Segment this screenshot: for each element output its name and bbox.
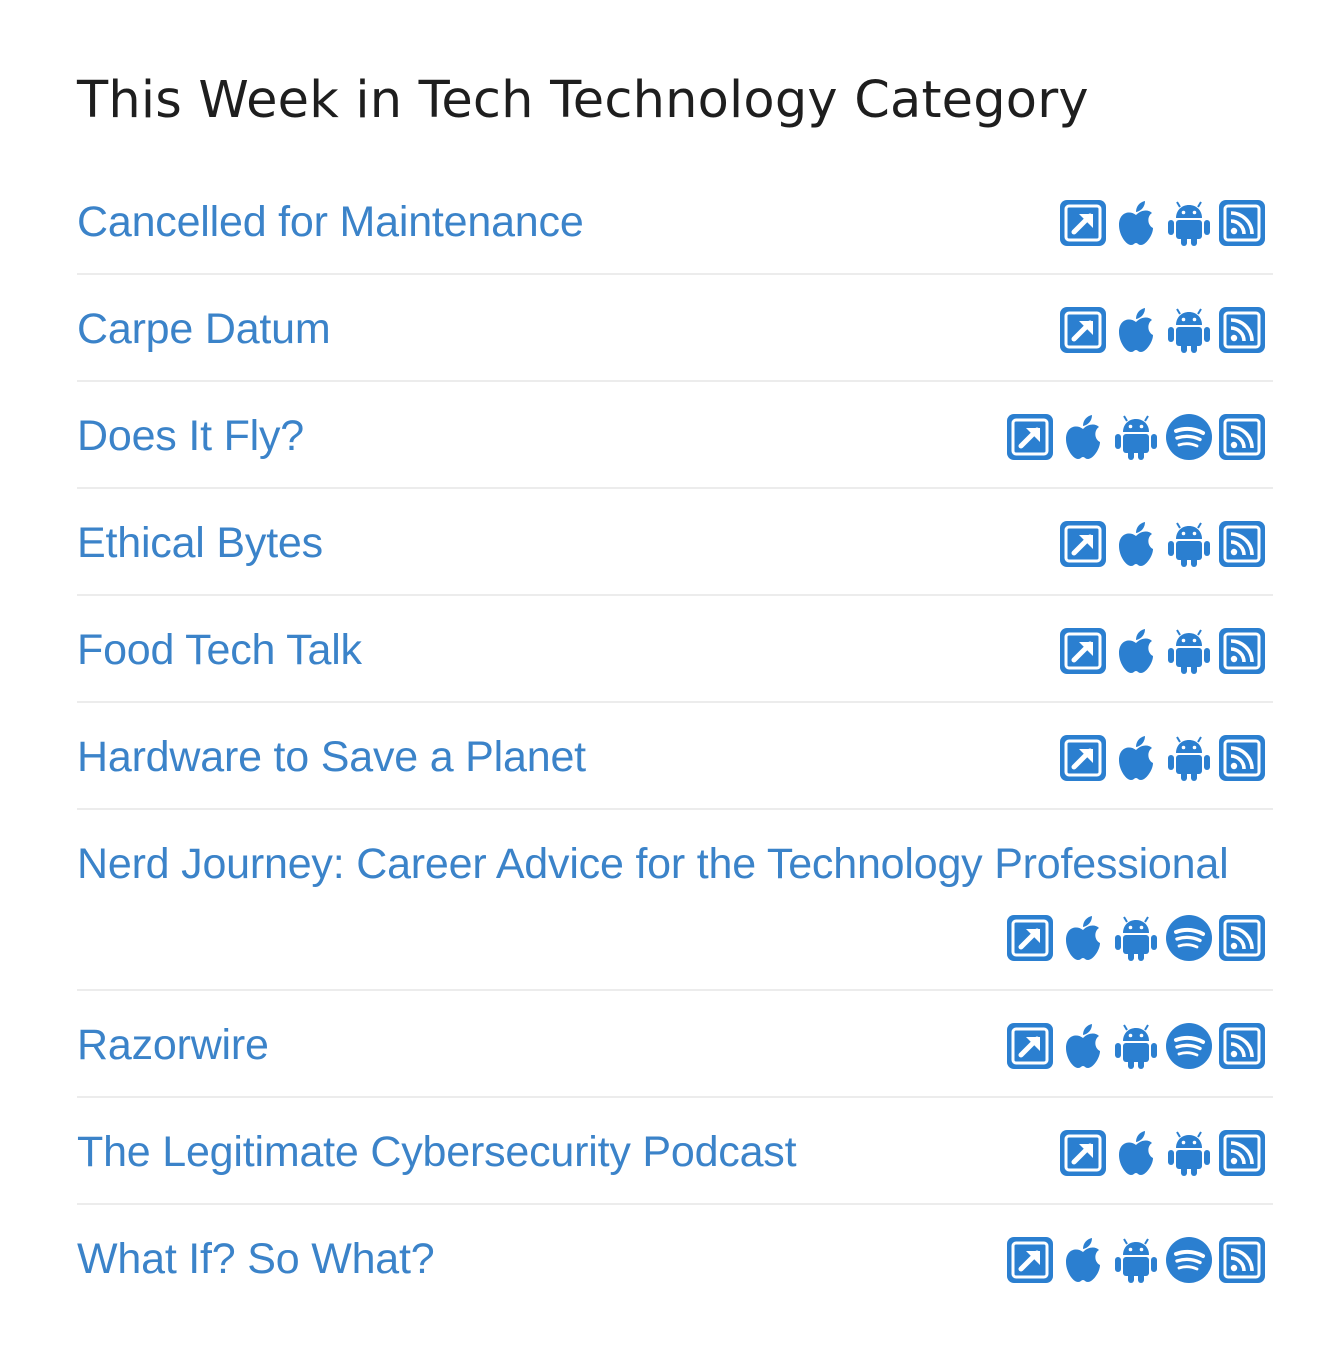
external-link-icon[interactable]: [1060, 521, 1106, 567]
apple-podcasts-icon[interactable]: [1060, 1237, 1106, 1283]
android-icon[interactable]: [1166, 735, 1212, 781]
android-icon[interactable]: [1113, 1023, 1159, 1069]
podcast-link-icons: [1007, 1237, 1265, 1283]
spotify-icon[interactable]: [1166, 414, 1212, 460]
podcast-link-icons: [1060, 307, 1265, 353]
podcast-link-icons: [1060, 521, 1265, 567]
apple-podcasts-icon[interactable]: [1113, 200, 1159, 246]
podcast-title-link[interactable]: Carpe Datum: [77, 302, 331, 356]
external-link-icon[interactable]: [1007, 1237, 1053, 1283]
apple-podcasts-icon[interactable]: [1060, 1023, 1106, 1069]
podcast-link-icons: [1060, 200, 1265, 246]
podcast-link-icons: [1060, 735, 1265, 781]
page-title: This Week in Tech Technology Category: [77, 71, 1089, 130]
external-link-icon[interactable]: [1060, 307, 1106, 353]
podcast-title-link[interactable]: The Legitimate Cybersecurity Podcast: [77, 1125, 797, 1179]
rss-feed-icon[interactable]: [1219, 414, 1265, 460]
rss-feed-icon[interactable]: [1219, 628, 1265, 674]
podcast-title-link[interactable]: Razorwire: [77, 1018, 269, 1072]
podcast-row: The Legitimate Cybersecurity Podcast: [77, 1098, 1273, 1205]
apple-podcasts-icon[interactable]: [1113, 521, 1159, 567]
android-icon[interactable]: [1166, 521, 1212, 567]
external-link-icon[interactable]: [1060, 1130, 1106, 1176]
podcast-link-icons: [1007, 915, 1265, 961]
podcast-row: Cancelled for Maintenance: [77, 168, 1273, 275]
android-icon[interactable]: [1166, 1130, 1212, 1176]
android-icon[interactable]: [1166, 307, 1212, 353]
android-icon[interactable]: [1166, 200, 1212, 246]
podcast-row: Hardware to Save a Planet: [77, 703, 1273, 810]
spotify-icon[interactable]: [1166, 915, 1212, 961]
external-link-icon[interactable]: [1007, 414, 1053, 460]
external-link-icon[interactable]: [1060, 735, 1106, 781]
podcast-row: Razorwire: [77, 991, 1273, 1098]
podcast-link-icons: [1060, 1130, 1265, 1176]
podcast-title-link[interactable]: Hardware to Save a Planet: [77, 730, 586, 784]
rss-feed-icon[interactable]: [1219, 521, 1265, 567]
apple-podcasts-icon[interactable]: [1113, 628, 1159, 674]
podcast-title-link[interactable]: Nerd Journey: Career Advice for the Tech…: [77, 837, 1229, 891]
podcast-title-link[interactable]: Does It Fly?: [77, 409, 304, 463]
podcast-row: Food Tech Talk: [77, 596, 1273, 703]
external-link-icon[interactable]: [1060, 200, 1106, 246]
podcast-link-icons: [1060, 628, 1265, 674]
rss-feed-icon[interactable]: [1219, 1023, 1265, 1069]
external-link-icon[interactable]: [1060, 628, 1106, 674]
podcast-title-link[interactable]: Cancelled for Maintenance: [77, 195, 584, 249]
android-icon[interactable]: [1113, 915, 1159, 961]
android-icon[interactable]: [1113, 414, 1159, 460]
rss-feed-icon[interactable]: [1219, 1237, 1265, 1283]
apple-podcasts-icon[interactable]: [1060, 414, 1106, 460]
podcast-row: Carpe Datum: [77, 275, 1273, 382]
podcast-link-icons: [1007, 1023, 1265, 1069]
apple-podcasts-icon[interactable]: [1060, 915, 1106, 961]
spotify-icon[interactable]: [1166, 1023, 1212, 1069]
podcast-title-link[interactable]: Ethical Bytes: [77, 516, 323, 570]
podcast-list: Cancelled for Maintenance Carpe Datum Does…: [77, 168, 1273, 1312]
apple-podcasts-icon[interactable]: [1113, 1130, 1159, 1176]
podcast-row: Nerd Journey: Career Advice for the Tech…: [77, 810, 1273, 991]
rss-feed-icon[interactable]: [1219, 200, 1265, 246]
external-link-icon[interactable]: [1007, 1023, 1053, 1069]
apple-podcasts-icon[interactable]: [1113, 307, 1159, 353]
rss-feed-icon[interactable]: [1219, 307, 1265, 353]
podcast-link-icons: [1007, 414, 1265, 460]
android-icon[interactable]: [1166, 628, 1212, 674]
spotify-icon[interactable]: [1166, 1237, 1212, 1283]
podcast-title-link[interactable]: What If? So What?: [77, 1232, 435, 1286]
podcast-row: Does It Fly?: [77, 382, 1273, 489]
podcast-row: Ethical Bytes: [77, 489, 1273, 596]
rss-feed-icon[interactable]: [1219, 1130, 1265, 1176]
android-icon[interactable]: [1113, 1237, 1159, 1283]
podcast-row: What If? So What?: [77, 1205, 1273, 1312]
apple-podcasts-icon[interactable]: [1113, 735, 1159, 781]
external-link-icon[interactable]: [1007, 915, 1053, 961]
rss-feed-icon[interactable]: [1219, 915, 1265, 961]
rss-feed-icon[interactable]: [1219, 735, 1265, 781]
podcast-title-link[interactable]: Food Tech Talk: [77, 623, 362, 677]
